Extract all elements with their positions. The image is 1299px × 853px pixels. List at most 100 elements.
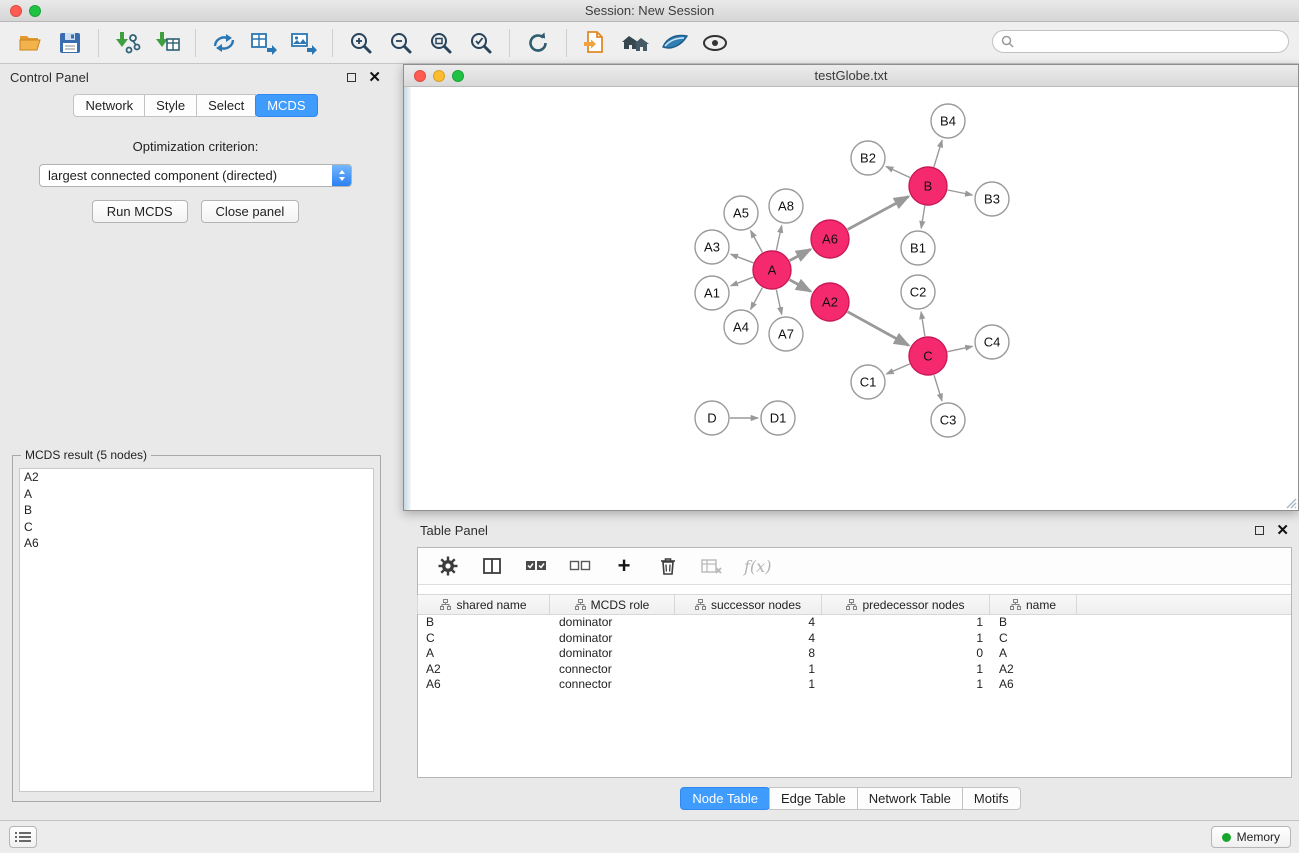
deselect-all-icon[interactable] xyxy=(568,554,592,578)
node-A5[interactable]: A5 xyxy=(724,196,758,230)
delete-icon[interactable] xyxy=(656,554,680,578)
table-settings-gear-icon[interactable] xyxy=(436,554,460,578)
show-columns-icon[interactable] xyxy=(480,554,504,578)
zoom-window-button[interactable] xyxy=(29,5,41,17)
criterion-dropdown[interactable]: largest connected component (directed) xyxy=(39,164,352,187)
column-header-MCDS-role[interactable]: MCDS role xyxy=(550,595,675,614)
edge-B-B1[interactable] xyxy=(921,206,925,229)
close-table-panel-icon[interactable]: ✕ xyxy=(1276,523,1289,538)
edge-C-C2[interactable] xyxy=(921,312,925,336)
close-panel-button[interactable]: Close panel xyxy=(201,200,300,223)
search-field[interactable] xyxy=(992,30,1289,53)
save-session-icon[interactable] xyxy=(55,28,85,58)
node-C2[interactable]: C2 xyxy=(901,275,935,309)
network-canvas[interactable]: B4B2BB3A8A5A6B1A3AC2A1A2A4A7C4CC1C3DD1 xyxy=(404,87,1298,510)
select-all-icon[interactable] xyxy=(524,554,548,578)
edge-B-B4[interactable] xyxy=(934,140,942,167)
search-input[interactable] xyxy=(1019,35,1280,49)
edge-A-A5[interactable] xyxy=(751,231,763,253)
zoom-selected-icon[interactable] xyxy=(466,28,496,58)
tab-network-table[interactable]: Network Table xyxy=(857,787,963,810)
edge-B-B3[interactable] xyxy=(948,190,973,195)
import-network-from-file-icon[interactable] xyxy=(112,28,142,58)
tab-node-table[interactable]: Node Table xyxy=(680,787,770,810)
edge-A-A4[interactable] xyxy=(751,288,763,310)
edge-A-A6[interactable] xyxy=(790,249,811,260)
add-column-icon[interactable]: + xyxy=(612,554,636,578)
node-D[interactable]: D xyxy=(695,401,729,435)
mcds-result-item[interactable]: B xyxy=(20,502,373,519)
mcds-result-list[interactable]: A2ABCA6 xyxy=(19,468,374,792)
column-header-name[interactable]: name xyxy=(990,595,1077,614)
node-A1[interactable]: A1 xyxy=(695,276,729,310)
network-zoom-button[interactable] xyxy=(452,70,464,82)
node-D1[interactable]: D1 xyxy=(761,401,795,435)
edge-A-A1[interactable] xyxy=(731,277,754,286)
node-B4[interactable]: B4 xyxy=(931,104,965,138)
edge-A-A2[interactable] xyxy=(790,280,811,292)
table-row[interactable]: Cdominator41C xyxy=(418,631,1291,647)
apply-style-icon[interactable] xyxy=(660,28,690,58)
mcds-result-item[interactable]: C xyxy=(20,519,373,536)
column-header-successor-nodes[interactable]: successor nodes xyxy=(675,595,822,614)
node-C3[interactable]: C3 xyxy=(931,403,965,437)
tab-select[interactable]: Select xyxy=(196,94,256,117)
column-header-shared-name[interactable]: shared name xyxy=(417,595,550,614)
zoom-out-icon[interactable] xyxy=(386,28,416,58)
network-window-titlebar[interactable]: testGlobe.txt xyxy=(404,65,1298,87)
node-B3[interactable]: B3 xyxy=(975,182,1009,216)
export-network-icon[interactable] xyxy=(209,28,239,58)
edge-C-C3[interactable] xyxy=(934,375,942,401)
table-row[interactable]: A6connector11A6 xyxy=(418,677,1291,693)
resize-grip-icon[interactable] xyxy=(1285,497,1297,509)
tab-mcds[interactable]: MCDS xyxy=(255,94,317,117)
table-row[interactable]: Bdominator41B xyxy=(418,615,1291,631)
edge-A-A7[interactable] xyxy=(776,290,781,315)
export-image-icon[interactable] xyxy=(289,28,319,58)
table-row[interactable]: Adominator80A xyxy=(418,646,1291,662)
node-B[interactable]: B xyxy=(909,167,947,205)
edge-C-C4[interactable] xyxy=(948,346,973,351)
tab-motifs[interactable]: Motifs xyxy=(962,787,1021,810)
zoom-fit-icon[interactable] xyxy=(426,28,456,58)
mcds-result-item[interactable]: A xyxy=(20,486,373,503)
export-table-icon[interactable] xyxy=(249,28,279,58)
node-A[interactable]: A xyxy=(753,251,791,289)
open-session-icon[interactable] xyxy=(15,28,45,58)
refresh-view-icon[interactable] xyxy=(523,28,553,58)
column-header-predecessor-nodes[interactable]: predecessor nodes xyxy=(822,595,990,614)
show-panels-button[interactable] xyxy=(9,826,37,848)
mcds-result-item[interactable]: A2 xyxy=(20,469,373,486)
table-row[interactable]: A2connector11A2 xyxy=(418,662,1291,678)
open-document-icon[interactable] xyxy=(580,28,610,58)
float-table-panel-icon[interactable] xyxy=(1255,526,1264,535)
node-A4[interactable]: A4 xyxy=(724,310,758,344)
tab-edge-table[interactable]: Edge Table xyxy=(769,787,858,810)
network-minimize-button[interactable] xyxy=(433,70,445,82)
node-A8[interactable]: A8 xyxy=(769,189,803,223)
node-A7[interactable]: A7 xyxy=(769,317,803,351)
edge-A-A3[interactable] xyxy=(731,254,754,263)
show-graphics-icon[interactable] xyxy=(700,28,730,58)
edge-A6-B[interactable] xyxy=(848,197,909,230)
tab-network[interactable]: Network xyxy=(73,94,145,117)
node-C[interactable]: C xyxy=(909,337,947,375)
node-B2[interactable]: B2 xyxy=(851,141,885,175)
node-C4[interactable]: C4 xyxy=(975,325,1009,359)
node-A6[interactable]: A6 xyxy=(811,220,849,258)
memory-button[interactable]: Memory xyxy=(1211,826,1291,848)
import-table-from-file-icon[interactable] xyxy=(152,28,182,58)
node-A2[interactable]: A2 xyxy=(811,283,849,321)
close-panel-icon[interactable]: ✕ xyxy=(368,70,381,85)
edge-C-C1[interactable] xyxy=(886,364,909,374)
run-mcds-button[interactable]: Run MCDS xyxy=(92,200,188,223)
node-A3[interactable]: A3 xyxy=(695,230,729,264)
edge-A-A8[interactable] xyxy=(776,226,781,251)
node-C1[interactable]: C1 xyxy=(851,365,885,399)
close-window-button[interactable] xyxy=(10,5,22,17)
mcds-result-item[interactable]: A6 xyxy=(20,535,373,552)
home-icon[interactable] xyxy=(620,28,650,58)
network-close-button[interactable] xyxy=(414,70,426,82)
tab-style[interactable]: Style xyxy=(144,94,197,117)
edge-A2-C[interactable] xyxy=(848,312,909,346)
